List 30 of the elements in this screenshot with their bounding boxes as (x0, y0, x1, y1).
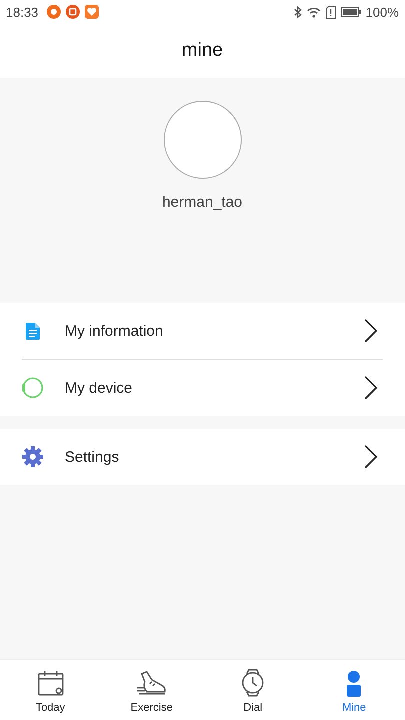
status-time: 18:33 (6, 4, 39, 20)
sim-alert-icon (326, 6, 336, 18)
menu-item[interactable]: My device (0, 360, 405, 416)
wifi-icon (306, 6, 321, 18)
tab[interactable]: Mine (304, 660, 405, 720)
menu-item[interactable]: Settings (0, 429, 405, 485)
calendar-icon (38, 671, 64, 697)
tab[interactable]: Exercise (101, 660, 202, 720)
page-title: mine (182, 40, 224, 62)
menu-label: Settings (65, 448, 120, 466)
notification-icon (66, 5, 80, 19)
menu-item[interactable]: My information (0, 303, 405, 359)
watch-icon (241, 669, 266, 697)
bluetooth-icon (294, 6, 302, 18)
chevron-right-icon (364, 376, 378, 400)
notification-icon (84, 5, 99, 19)
sneaker-icon (136, 671, 167, 697)
chevron-right-icon (364, 319, 378, 343)
watch-icon (22, 377, 44, 399)
tab[interactable]: Today (0, 660, 102, 720)
username: herman_tao (162, 194, 243, 211)
settings-icon (22, 446, 44, 468)
menu-label: My information (65, 322, 164, 340)
battery-level: 100% (366, 4, 399, 20)
notification-icon (46, 5, 61, 19)
chevron-right-icon (364, 445, 378, 469)
person-icon (345, 671, 364, 697)
battery-icon (340, 7, 361, 17)
menu-label: My device (65, 380, 134, 396)
tab[interactable]: Dial (202, 660, 304, 720)
